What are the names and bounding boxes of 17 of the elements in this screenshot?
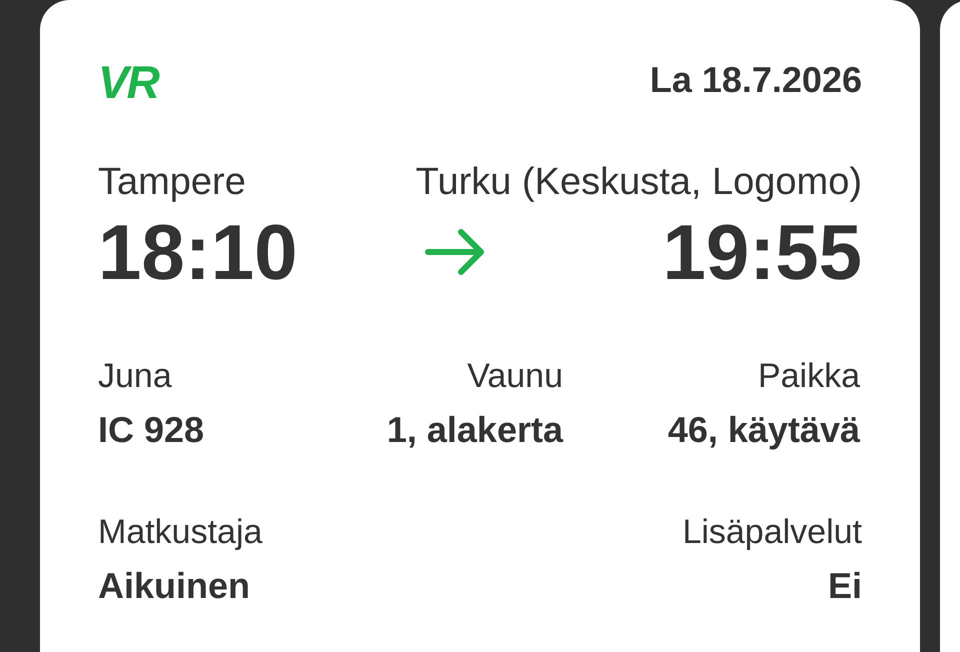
detail-value: IC 928	[98, 410, 204, 450]
detail-value: 46, käytävä	[668, 410, 860, 450]
detail-label: Juna	[98, 356, 172, 396]
arrow-right-icon	[425, 229, 485, 275]
trip-date: La 18.7.2026	[650, 58, 862, 102]
detail-label: Matkustaja	[98, 512, 262, 552]
detail-label: Paikka	[758, 356, 860, 396]
detail-value: 1, alakerta	[386, 410, 563, 450]
detail-label: Lisäpalvelut	[682, 512, 862, 552]
origin-station: Tampere	[98, 160, 246, 204]
arrival-time: 19:55	[662, 208, 862, 296]
detail-value: Ei	[828, 566, 862, 606]
detail-value: Aikuinen	[98, 566, 250, 606]
logo: VR	[98, 62, 158, 102]
destination-station: Turku (Keskusta, Logomo)	[416, 160, 862, 204]
detail-label: Vaunu	[467, 356, 563, 396]
departure-time: 18:10	[98, 208, 298, 296]
